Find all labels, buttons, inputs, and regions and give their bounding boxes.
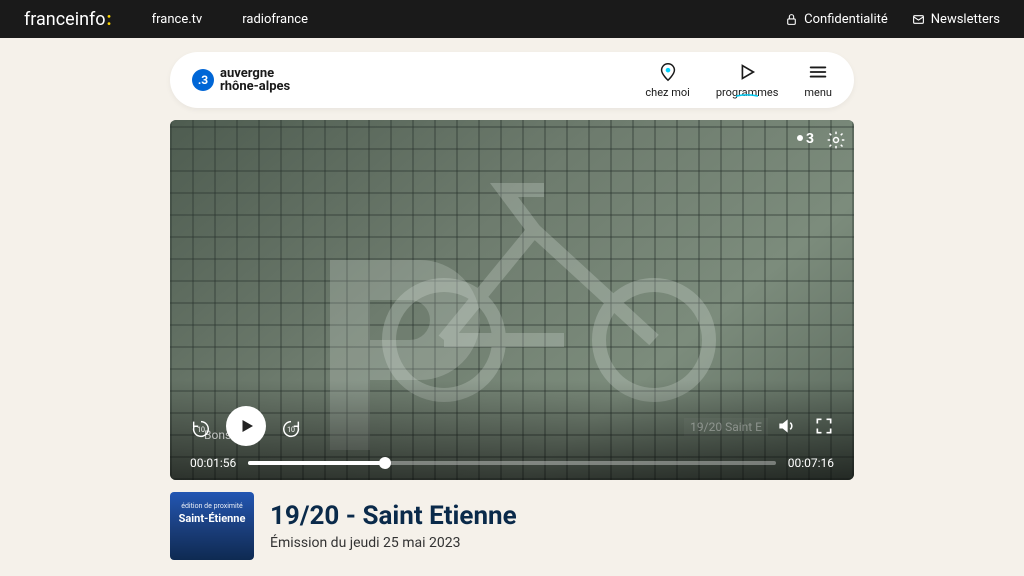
brand-text: franceinfo — [24, 9, 106, 30]
seek-bar[interactable] — [248, 461, 775, 465]
video-subtitle: Émission du jeudi 25 mai 2023 — [270, 535, 517, 551]
thumb-kicker: édition de proximité — [181, 502, 243, 510]
confidentialite-label: Confidentialité — [804, 12, 888, 27]
lock-icon — [785, 13, 798, 26]
fullscreen-icon[interactable] — [814, 416, 834, 436]
logo3-badge: .3 — [192, 69, 214, 91]
play-icon — [238, 417, 256, 435]
rewind-amount: 10 — [197, 426, 205, 434]
play-button[interactable] — [226, 406, 266, 446]
rewind-10-button[interactable]: 10 — [190, 418, 212, 434]
settings-button[interactable] — [826, 130, 846, 154]
programmes-underline-icon — [736, 85, 758, 107]
player-controls: 10 10 00:01:56 00:07:16 — [170, 406, 854, 480]
play-outline-icon — [736, 61, 758, 83]
video-text: 19/20 - Saint Etienne Émission du jeudi … — [270, 501, 517, 551]
logo-france3-region[interactable]: .3 auvergne rhône-alpes — [192, 67, 290, 93]
link-confidentialite[interactable]: Confidentialité — [785, 12, 888, 27]
global-topbar: franceinfo: france.tv radiofrance Confid… — [0, 0, 1024, 38]
link-radiofrance[interactable]: radiofrance — [242, 12, 308, 27]
time-elapsed: 00:01:56 — [190, 456, 236, 470]
nav-chez-moi[interactable]: chez moi — [645, 61, 689, 99]
forward-10-button[interactable]: 10 — [280, 418, 302, 434]
video-player: 3 Bonson 19/20 Saint E 10 10 00:0 — [170, 120, 854, 480]
menu-label: menu — [804, 86, 832, 99]
region-header: .3 auvergne rhône-alpes chez moi program… — [170, 52, 854, 108]
france3-badge-icon: 3 — [794, 130, 818, 146]
brand-franceinfo[interactable]: franceinfo: — [24, 9, 112, 30]
brand-colon: : — [107, 9, 112, 30]
newsletters-label: Newsletters — [931, 12, 1000, 27]
thumb-title: Saint-Étienne — [179, 512, 246, 525]
region-line2: rhône-alpes — [220, 80, 290, 93]
volume-icon[interactable] — [776, 416, 796, 436]
region-name: auvergne rhône-alpes — [220, 67, 290, 93]
video-info-row: édition de proximité Saint-Étienne 19/20… — [170, 492, 854, 560]
channel-badge: 3 — [794, 130, 818, 146]
time-total: 00:07:16 — [788, 456, 834, 470]
video-art-bike — [354, 150, 734, 410]
nav-menu[interactable]: menu — [804, 61, 832, 99]
svg-text:3: 3 — [806, 131, 814, 146]
program-thumbnail[interactable]: édition de proximité Saint-Étienne — [170, 492, 254, 560]
forward-amount: 10 — [287, 426, 295, 434]
chez-moi-label: chez moi — [645, 86, 689, 99]
seek-fill — [248, 461, 385, 465]
link-francetv[interactable]: france.tv — [152, 12, 203, 27]
pin-icon — [657, 61, 679, 83]
nav-programmes[interactable]: programmes — [716, 61, 779, 99]
gear-icon — [826, 130, 846, 150]
seek-handle[interactable] — [379, 457, 391, 469]
hamburger-icon — [807, 61, 829, 83]
link-newsletters[interactable]: Newsletters — [912, 12, 1000, 27]
video-title: 19/20 - Saint Etienne — [270, 501, 517, 531]
envelope-icon — [912, 13, 925, 26]
